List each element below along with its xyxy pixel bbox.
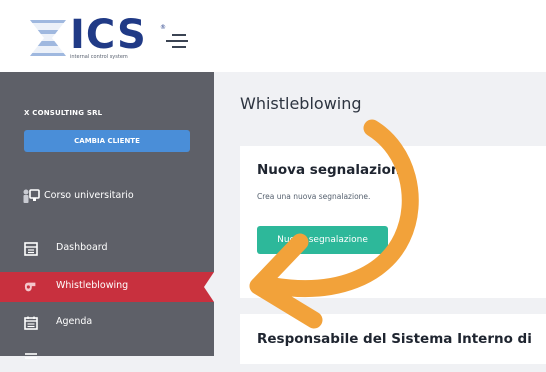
brand-subtitle: internal control system — [70, 54, 128, 60]
menu-toggle-icon[interactable] — [166, 32, 188, 50]
course-icon — [23, 189, 40, 203]
sidebar-item-label: Dashboard — [56, 242, 108, 253]
brand-name: ICS — [70, 12, 147, 58]
sidebar-item-more[interactable] — [0, 342, 214, 372]
course-selector[interactable]: Corso universitario — [22, 182, 212, 210]
sidebar-item-label: Whistleblowing — [56, 280, 129, 291]
brand-logo[interactable]: ICS ® internal control system — [28, 12, 188, 62]
change-client-button[interactable]: CAMBIA CLIENTE — [24, 130, 190, 152]
brand-registered: ® — [160, 24, 166, 31]
course-label: Corso universitario — [44, 190, 134, 201]
new-report-title: Nuova segnalazione — [257, 162, 410, 178]
responsible-title: Responsabile del Sistema Interno di — [257, 331, 532, 347]
responsible-card: Responsabile del Sistema Interno di — [240, 314, 546, 364]
calendar-icon — [24, 316, 38, 330]
active-indicator — [204, 272, 214, 302]
dashboard-icon — [24, 242, 38, 256]
sidebar-item-agenda[interactable]: Agenda — [0, 308, 214, 338]
top-bar: ICS ® internal control system — [0, 0, 546, 72]
new-report-subtitle: Crea una nuova segnalazione. — [257, 192, 371, 201]
whistle-icon — [24, 282, 36, 292]
sidebar-item-dashboard[interactable]: Dashboard — [0, 234, 214, 264]
page-title: Whistleblowing — [240, 94, 362, 113]
new-report-button[interactable]: Nuova segnalazione — [257, 226, 388, 254]
company-name: X CONSULTING SRL — [24, 109, 103, 117]
logo-mark-icon — [30, 20, 66, 56]
list-icon — [25, 353, 37, 359]
sidebar-item-label: Agenda — [56, 316, 93, 327]
new-report-card: Nuova segnalazione Crea una nuova segnal… — [240, 146, 546, 298]
sidebar-item-whistleblowing[interactable]: Whistleblowing — [0, 272, 214, 302]
sidebar: X CONSULTING SRL CAMBIA CLIENTE Corso un… — [0, 72, 214, 359]
